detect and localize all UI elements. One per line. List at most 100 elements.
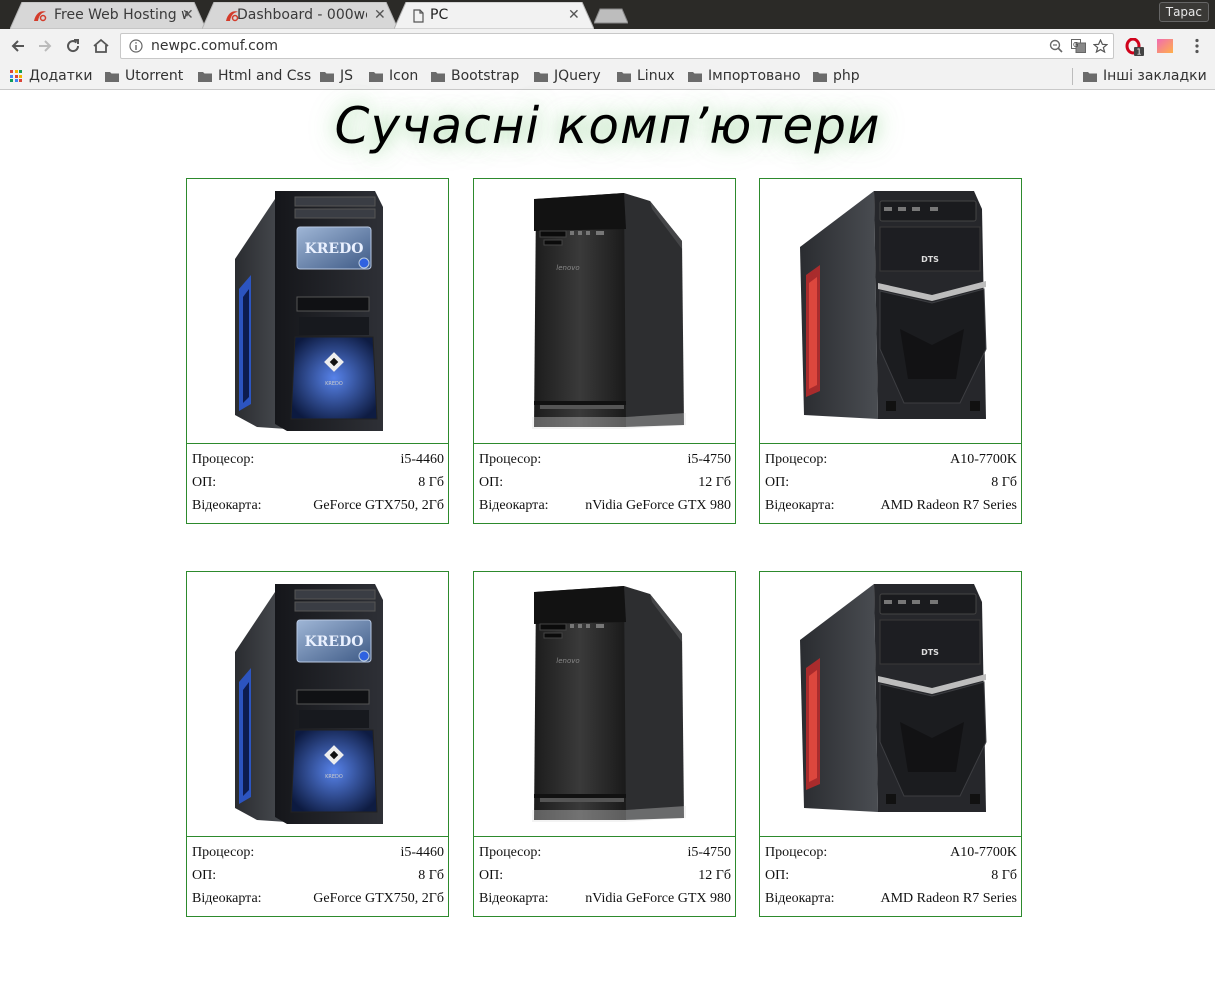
- folder-icon: [688, 71, 702, 82]
- spec-label: ОП:: [192, 868, 217, 883]
- tab-close-icon[interactable]: ✕: [182, 7, 194, 23]
- spec-label: Процесор:: [192, 845, 255, 860]
- bookmark-folder[interactable]: Icon: [369, 67, 418, 85]
- spec-label: Відеокарта:: [192, 498, 262, 513]
- bookmark-label: Utorrent: [125, 68, 184, 84]
- case-logo: DTS: [921, 255, 939, 264]
- reload-button[interactable]: [64, 37, 82, 55]
- product-card: lenovo Процесор: i5-4750 ОП: 12 Гб Відео…: [473, 178, 736, 524]
- folder-icon: [369, 71, 383, 82]
- bookmark-folder[interactable]: Linux: [617, 67, 675, 85]
- new-tab-button[interactable]: [594, 8, 628, 24]
- bookmark-folder[interactable]: Імпортовано: [688, 67, 801, 85]
- tab-title: PC: [430, 7, 449, 23]
- bookmark-folder[interactable]: Html and Css: [198, 67, 311, 85]
- spec-value-gpu: nVidia GeForce GTX 980: [585, 498, 731, 513]
- spec-label: ОП:: [192, 475, 217, 490]
- spec-row-cpu: Процесор: i5-4460: [187, 444, 448, 467]
- spec-value-cpu: i5-4460: [400, 452, 444, 467]
- tab-strip: Free Web Hosting w ✕ Dashboard - 000we ✕…: [0, 0, 1215, 29]
- tab-dashboard[interactable]: Dashboard - 000we ✕: [202, 2, 398, 29]
- folder-icon: [534, 71, 548, 82]
- spec-label: Відеокарта:: [192, 891, 262, 906]
- svg-text:G: G: [1073, 41, 1078, 49]
- tab-close-icon[interactable]: ✕: [374, 7, 386, 23]
- bookmark-apps[interactable]: Додатки: [10, 67, 92, 85]
- bookmark-folder[interactable]: JQuery: [534, 67, 601, 85]
- lenovo-case-image: lenovo: [532, 193, 686, 429]
- tab-close-icon[interactable]: ✕: [568, 7, 580, 23]
- spec-label: ОП:: [765, 475, 790, 490]
- bookmark-label: JQuery: [554, 68, 601, 84]
- translate-icon[interactable]: G: [1071, 39, 1086, 53]
- reload-icon: [67, 39, 80, 53]
- spec-label: Процесор:: [479, 845, 542, 860]
- spec-row-ram: ОП: 8 Гб: [760, 860, 1021, 883]
- tab-pc[interactable]: PC ✕: [394, 2, 594, 29]
- spec-label: ОП:: [479, 868, 504, 883]
- product-card: DTS Процесор: A10-7700K ОП: 8 Гб Відеока…: [759, 178, 1022, 524]
- bookmark-folder[interactable]: php: [813, 67, 860, 85]
- spec-row-gpu: Відеокарта: nVidia GeForce GTX 980: [474, 883, 735, 906]
- arrow-right-icon: [39, 40, 52, 52]
- bookmark-folder[interactable]: Bootstrap: [431, 67, 519, 85]
- folder-icon: [105, 71, 119, 82]
- spec-value-gpu: AMD Radeon R7 Series: [880, 498, 1018, 513]
- info-icon[interactable]: [129, 39, 143, 53]
- kredo-case-image: KREDO KREDO: [235, 191, 383, 431]
- spec-label: Процесор:: [192, 452, 255, 467]
- opera-extension-icon[interactable]: 1: [1125, 37, 1145, 60]
- bookmarks-bar: Додатки Utorrent Html and Css JS Icon Bo…: [0, 63, 1215, 90]
- bookmark-folder[interactable]: JS: [320, 67, 353, 85]
- spec-value-gpu: GeForce GTX750, 2Гб: [313, 891, 444, 906]
- spec-label: ОП:: [765, 868, 790, 883]
- spec-row-ram: ОП: 12 Гб: [474, 860, 735, 883]
- product-image: KREDO KREDO: [187, 179, 448, 444]
- product-image: DTS: [760, 179, 1021, 444]
- home-button[interactable]: [92, 37, 110, 55]
- spec-value-ram: 12 Гб: [698, 475, 731, 490]
- product-image: lenovo: [474, 572, 735, 837]
- bookmark-label: Linux: [637, 68, 675, 84]
- spec-value-cpu: i5-4750: [687, 452, 731, 467]
- forward-button[interactable]: [36, 37, 54, 55]
- spec-value-ram: 8 Гб: [991, 475, 1017, 490]
- spec-value-gpu: GeForce GTX750, 2Гб: [313, 498, 444, 513]
- profile-button[interactable]: Тарас: [1158, 2, 1209, 22]
- spec-value-cpu: A10-7700K: [950, 845, 1017, 860]
- browser-toolbar: newpc.comuf.com G 1: [0, 29, 1215, 63]
- address-bar[interactable]: newpc.comuf.com G: [120, 33, 1114, 59]
- spec-row-cpu: Процесор: A10-7700K: [760, 837, 1021, 860]
- zoom-icon[interactable]: [1049, 39, 1063, 53]
- spec-value-cpu: A10-7700K: [950, 452, 1017, 467]
- folder-icon: [431, 71, 445, 82]
- spec-value-ram: 12 Гб: [698, 868, 731, 883]
- other-bookmarks[interactable]: Інші закладки: [1083, 67, 1207, 85]
- menu-icon[interactable]: [1195, 38, 1199, 58]
- spec-row-cpu: Процесор: i5-4750: [474, 444, 735, 467]
- product-specs: Процесор: A10-7700K ОП: 8 Гб Відеокарта:…: [760, 444, 1021, 513]
- color-extension-icon[interactable]: [1156, 38, 1174, 58]
- spec-row-gpu: Відеокарта: AMD Radeon R7 Series: [760, 490, 1021, 513]
- folder-icon: [1083, 71, 1097, 82]
- spec-value-cpu: i5-4750: [687, 845, 731, 860]
- product-card: KREDO KREDO Процесор: i5-4460 ОП: 8 Гб В…: [186, 571, 449, 917]
- bookmark-label: Додатки: [29, 68, 93, 84]
- spec-row-ram: ОП: 8 Гб: [187, 467, 448, 490]
- back-button[interactable]: [9, 37, 27, 55]
- bookmark-folder[interactable]: Utorrent: [105, 67, 183, 85]
- tab-title: Free Web Hosting w: [54, 7, 188, 23]
- case-logo: lenovo: [556, 264, 579, 272]
- product-card: lenovo Процесор: i5-4750 ОП: 12 Гб Відео…: [473, 571, 736, 917]
- tab-free-web-hosting[interactable]: Free Web Hosting w ✕: [10, 2, 206, 29]
- url-text[interactable]: newpc.comuf.com: [151, 38, 278, 54]
- svg-text:KREDO: KREDO: [325, 381, 343, 387]
- star-icon[interactable]: [1093, 39, 1108, 53]
- spec-row-cpu: Процесор: i5-4750: [474, 837, 735, 860]
- tab-title: Dashboard - 000we: [237, 7, 367, 23]
- product-specs: Процесор: A10-7700K ОП: 8 Гб Відеокарта:…: [760, 837, 1021, 906]
- spec-label: Процесор:: [479, 452, 542, 467]
- svg-text:KREDO: KREDO: [325, 774, 343, 780]
- spec-label: Відеокарта:: [765, 498, 835, 513]
- spec-value-ram: 8 Гб: [418, 868, 444, 883]
